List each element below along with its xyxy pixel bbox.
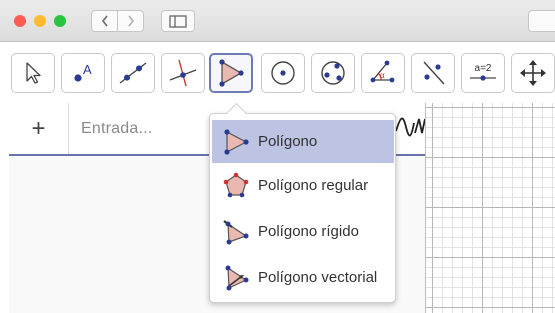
sidebar-toggle-button[interactable] <box>161 10 195 32</box>
chevron-right-icon <box>127 15 134 27</box>
forward-button[interactable] <box>117 10 144 32</box>
slider-icon: a=2 <box>470 63 496 81</box>
circle-three-points-tool[interactable] <box>311 53 355 93</box>
slider-tool[interactable]: a=2 <box>461 53 505 93</box>
menu-item-label: Polígono regular <box>258 177 369 194</box>
add-item-button[interactable]: + <box>9 103 69 154</box>
menu-item-label: Polígono rígido <box>258 223 359 240</box>
regular-polygon-icon <box>223 172 249 198</box>
slider-tool-text: a=2 <box>475 63 492 74</box>
input-field[interactable]: Entrada... <box>81 120 152 138</box>
circle-center-point-tool[interactable] <box>261 53 305 93</box>
back-button[interactable] <box>91 10 118 32</box>
toolbar-right-button[interactable] <box>528 10 555 32</box>
function-icon[interactable] <box>393 111 427 141</box>
angle-tool[interactable]: α <box>361 53 405 93</box>
chevron-left-icon <box>101 15 108 27</box>
menu-item-label: Polígono vectorial <box>258 269 378 286</box>
menu-item-label: Polígono <box>258 133 318 150</box>
menu-item-regular-polygon[interactable]: Polígono regular <box>212 164 394 207</box>
polygon-tools-menu: Polígono Polígono regular Polígono rígid… <box>209 113 396 303</box>
reflect-tool[interactable] <box>411 53 455 93</box>
point-tool[interactable]: A <box>61 53 105 93</box>
circle-icon <box>271 61 295 85</box>
window-title-bar <box>0 0 555 42</box>
perpendicular-icon <box>169 59 197 87</box>
zoom-window-button[interactable] <box>54 15 66 27</box>
move-graphics-view-tool[interactable] <box>511 53 555 93</box>
sidebar-icon <box>169 14 187 28</box>
reflect-icon <box>423 61 445 85</box>
move-tool[interactable] <box>11 53 55 93</box>
menu-item-vector-polygon[interactable]: Polígono vectorial <box>212 256 394 299</box>
polygon-icon <box>219 59 244 87</box>
angle-icon: α <box>370 60 395 83</box>
svg-text:α: α <box>380 71 385 80</box>
minimize-window-button[interactable] <box>34 15 46 27</box>
menu-item-polygon[interactable]: Polígono <box>212 120 394 163</box>
vector-polygon-icon <box>225 265 249 291</box>
polygon-icon <box>224 129 249 155</box>
circle-three-points-icon <box>321 61 345 85</box>
menu-item-rigid-polygon[interactable]: Polígono rígido <box>212 210 394 253</box>
rigid-polygon-icon <box>223 220 249 245</box>
polygon-tool[interactable] <box>209 53 253 93</box>
close-window-button[interactable] <box>14 15 26 27</box>
arrow-cursor-icon <box>26 62 41 84</box>
tool-bar: A α a=2 <box>0 43 555 103</box>
svg-text:A: A <box>83 62 92 77</box>
graphics-view[interactable] <box>425 103 555 313</box>
move-arrows-icon <box>520 60 546 86</box>
perpendicular-line-tool[interactable] <box>161 53 205 93</box>
line-icon <box>119 62 147 84</box>
line-tool[interactable] <box>111 53 155 93</box>
point-icon: A <box>74 62 92 82</box>
